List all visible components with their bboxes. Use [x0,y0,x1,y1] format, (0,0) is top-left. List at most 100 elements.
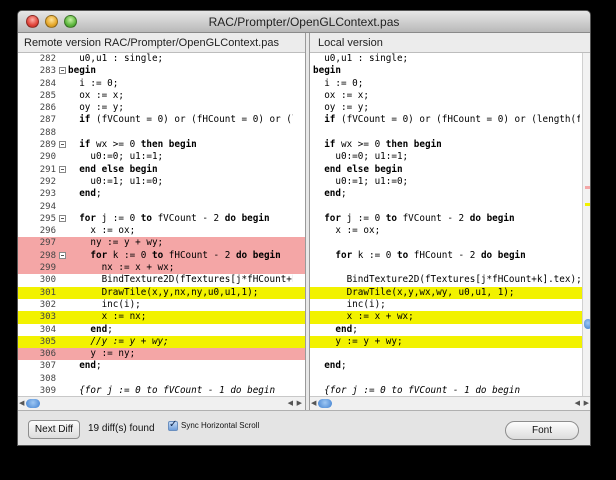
code-line: 283 begin [18,65,305,77]
code-text: begin [68,65,96,77]
code-line: 285 ox := x; [18,90,305,102]
vertical-scrollbar[interactable] [582,53,590,396]
code-text: u0,u1 : single; [68,53,164,64]
code-text: inc(i); [68,298,141,310]
line-number: 289 [39,140,56,151]
local-horizontal-scrollbar[interactable]: ◀ ◀ ▶ [310,396,590,410]
line-number: 307 [39,361,56,372]
code-text: begin [313,65,341,77]
scroll-right-icon[interactable]: ▶ [297,399,302,407]
line-number: 303 [39,312,56,323]
code-text: x := x + wx; [313,311,414,323]
code-text: x := ox; [68,225,136,237]
code-line: 297 ny := y + wy; [18,237,305,250]
local-pane: Local version u0,u1 : single; begin i := … [309,33,590,410]
diff-window: RAC/Prompter/OpenGLContext.pas Remote ve… [17,10,591,446]
scroll-left-icon[interactable]: ◀ [288,399,293,407]
code-text: end; [79,188,102,200]
code-line: u0,u1 : single; [310,53,590,65]
local-scroll-thumb[interactable] [318,399,332,408]
font-button[interactable]: Font [505,421,579,440]
line-number: 288 [39,127,56,138]
remote-code-view[interactable]: 282 u0,u1 : single; 283 begin 284 i := 0; 28… [18,53,305,410]
code-line: u0:=0; u1:=1; [310,151,590,163]
code-text: u0:=0; u1:=1; [313,151,409,163]
code-line: 300 BindTexture2D(fTextures[j*fHCount+k]… [18,274,305,286]
code-line: 287 if (fVCount = 0) or (fHCount = 0) or… [18,114,305,126]
code-text: for j := 0 to fVCount - 2 do begin [324,212,515,224]
code-text: u0:=1; u1:=0; [68,175,164,187]
next-diff-button[interactable]: Next Diff [28,420,80,439]
scroll-left-icon[interactable]: ◀ [311,399,316,407]
fold-toggle-icon[interactable] [59,141,66,149]
fold-toggle-icon[interactable] [59,251,66,259]
diff-count-label: 19 diff(s) found [88,423,155,434]
scroll-left-icon[interactable]: ◀ [19,399,24,407]
code-text: x := nx; [68,311,147,323]
code-line: u0:=1; u1:=0; [310,176,590,188]
code-text: end; [90,323,113,335]
code-text: end; [324,188,347,200]
line-number: 292 [39,176,56,187]
code-line: 304 end; [18,324,305,336]
sync-scroll-label[interactable]: Sync Horizontal Scroll [181,421,259,430]
code-text: ox := x; [313,89,369,101]
bottom-toolbar: Next Diff 19 diff(s) found Sync Horizont… [18,410,590,445]
title-bar[interactable]: RAC/Prompter/OpenGLContext.pas [18,11,590,33]
line-number: 305 [39,336,56,347]
code-line: 286 oy := y; [18,102,305,114]
code-line: BindTexture2D(fTextures[j*fHCount+k].tex… [310,274,590,286]
code-line: for k := 0 to fHCount - 2 do begin [310,250,590,262]
code-text: nx := x + wx; [68,262,175,274]
remote-scroll-thumb[interactable] [26,399,40,408]
remote-horizontal-scrollbar[interactable]: ◀ ◀ ▶ [18,396,305,410]
fold-toggle-icon[interactable] [59,165,66,173]
code-text: i := 0; [313,77,364,89]
code-line: 288 [18,127,305,139]
code-line: end; [310,323,590,336]
local-code-view[interactable]: u0,u1 : single; begin i := 0; ox := x; oy… [310,53,590,410]
code-line: x := x + wx; [310,311,590,324]
fold-toggle-icon[interactable] [59,214,66,222]
code-line: if wx >= 0 then begin [310,139,590,151]
fold-toggle-icon[interactable] [59,67,66,75]
code-line: 296 x := ox; [18,225,305,237]
code-text: i := 0; [68,77,119,89]
code-text: inc(i); [313,298,386,310]
code-text: if (fVCount = 0) or (fHCount = 0) or (le… [324,114,580,126]
line-number: 301 [39,287,56,298]
remote-pane-header: Remote version RAC/Prompter/OpenGLContex… [18,33,305,53]
code-text: end; [79,360,102,372]
code-text: end else begin [79,163,158,175]
code-line: 308 [18,373,305,385]
line-number: 284 [39,78,56,89]
diff-marker [585,186,590,189]
code-line: 292 u0:=1; u1:=0; [18,176,305,188]
code-line: inc(i); [310,298,590,311]
line-number: 308 [39,373,56,384]
code-text: end; [335,323,358,335]
line-number: 304 [39,324,56,335]
code-line: 299 nx := x + wx; [18,262,305,275]
line-number: 287 [39,115,56,126]
line-number: 286 [39,103,56,114]
sync-scroll-checkbox[interactable] [168,419,178,431]
code-line: x := ox; [310,225,590,237]
scroll-left-icon[interactable]: ◀ [575,399,580,407]
code-text: DrawTile(x,y,wx,wy, u0,u1, 1); [313,286,515,298]
diff-marker [585,203,590,206]
vertical-scroll-thumb[interactable] [584,319,590,329]
line-number: 285 [39,90,56,101]
line-number: 283 [39,66,56,77]
code-line: 298 for k := 0 to fHCount - 2 do begin [18,249,305,263]
code-text: ny := y + wy; [68,237,164,249]
code-text: for k := 0 to fHCount - 2 do begin [90,249,281,261]
code-line: i := 0; [310,77,590,90]
line-number: 306 [39,349,56,360]
scroll-right-icon[interactable]: ▶ [584,399,589,407]
local-pane-header: Local version [310,33,590,53]
